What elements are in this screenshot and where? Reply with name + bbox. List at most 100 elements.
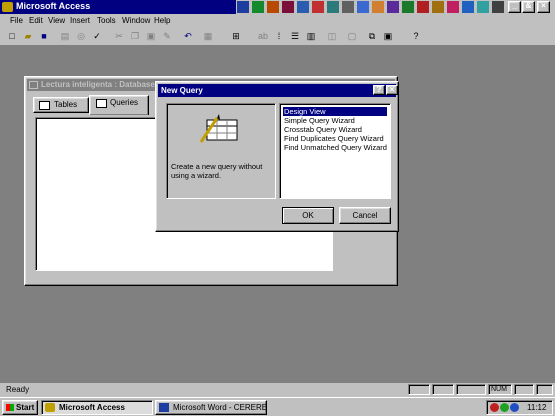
details-view-icon[interactable]: ▥ (304, 30, 318, 43)
query-description: Create a new query without using a wizar… (171, 162, 263, 180)
word-icon[interactable] (237, 1, 249, 13)
quick-launch-bar: _ & × (236, 0, 555, 14)
network-icon[interactable] (462, 1, 474, 13)
relationships-icon[interactable]: ⧉ (365, 30, 379, 43)
task-microsoft-access[interactable]: Microsoft Access (41, 400, 153, 415)
restore-button[interactable]: & (522, 1, 535, 13)
access-icon[interactable] (282, 1, 294, 13)
save-icon[interactable]: ■ (37, 30, 51, 43)
database-window-title: Lectura inteligenta : Database (41, 80, 155, 89)
app-title: Microsoft Access (16, 1, 91, 11)
status-bar: Ready NUM (0, 383, 555, 397)
binder-icon[interactable] (312, 1, 324, 13)
ok-button[interactable]: OK (282, 207, 334, 224)
toolbar: □ ▰ ■ ▤ ◎ ✓ ✂ ❐ ▣ ✎ ↶ ▦ ⊞ ab ⁞ ☰ ▥ ◫ ▢ ⧉… (0, 28, 555, 46)
code-icon[interactable]: ◫ (325, 30, 339, 43)
paste-icon[interactable]: ▣ (144, 30, 158, 43)
outlook-icon[interactable] (297, 1, 309, 13)
cut-icon[interactable]: ✂ (112, 30, 126, 43)
help-icon[interactable]: ? (409, 30, 423, 43)
excel-icon[interactable] (252, 1, 264, 13)
dialog-help-button[interactable]: ? (373, 85, 385, 95)
taskbar: Start Microsoft Access Microsoft Word - … (0, 397, 555, 416)
tab-queries[interactable]: Queries (89, 95, 149, 115)
print-icon[interactable]: ▤ (58, 30, 72, 43)
task-word-label: Microsoft Word - CERERE... (173, 403, 267, 412)
design-view-icon (199, 114, 238, 143)
system-tray: 11:12 (486, 400, 553, 415)
access-key-icon[interactable] (2, 2, 13, 12)
access-task-icon (45, 403, 55, 412)
preview-icon[interactable]: ◎ (74, 30, 88, 43)
schedule-icon[interactable] (327, 1, 339, 13)
small-icons-icon[interactable]: ⁞ (272, 30, 286, 43)
tab-queries-label: Queries (110, 98, 139, 107)
menu-file[interactable]: File (10, 16, 23, 25)
open-icon[interactable]: ▰ (21, 30, 35, 43)
menu-help[interactable]: Help (154, 16, 170, 25)
num-lock-label: NUM (491, 386, 507, 393)
large-icons-icon[interactable]: ab (256, 30, 270, 43)
news-icon[interactable] (432, 1, 444, 13)
dialog-close-button[interactable]: × (386, 85, 398, 95)
list-item-find-unmatched-wizard[interactable]: Find Unmatched Query Wizard (283, 143, 387, 152)
powerpoint-icon[interactable] (267, 1, 279, 13)
copy-icon[interactable]: ❐ (128, 30, 142, 43)
menu-tools[interactable]: Tools (97, 16, 116, 25)
status-panel-5 (536, 384, 553, 395)
status-panel-2 (432, 384, 454, 395)
frontpage-icon[interactable] (387, 1, 399, 13)
tables-icon (39, 101, 50, 110)
menu-edit[interactable]: Edit (29, 16, 43, 25)
menu-bar: File Edit View Insert Tools Window Help (0, 14, 555, 28)
status-panel-1 (408, 384, 430, 395)
mail-icon[interactable] (417, 1, 429, 13)
list-item-find-duplicates-wizard[interactable]: Find Duplicates Query Wizard (283, 134, 387, 143)
publisher-icon[interactable] (357, 1, 369, 13)
status-panel-3 (456, 384, 486, 395)
minimize-button[interactable]: _ (508, 1, 521, 13)
list-item-simple-query-wizard[interactable]: Simple Query Wizard (283, 116, 387, 125)
new-icon[interactable]: □ (5, 30, 19, 43)
tray-volume-icon[interactable] (510, 403, 519, 412)
windows-logo-icon (6, 404, 14, 411)
properties-icon[interactable]: ▢ (345, 30, 359, 43)
menu-insert[interactable]: Insert (70, 16, 90, 25)
explorer-icon[interactable] (402, 1, 414, 13)
word-task-icon (159, 403, 169, 412)
analyze-icon[interactable]: ⊞ (229, 30, 243, 43)
app-title-bar: Microsoft Access _ & × (0, 0, 555, 14)
database-icon (29, 81, 38, 89)
photo-icon[interactable] (372, 1, 384, 13)
menu-window[interactable]: Window (122, 16, 150, 25)
tray-network-icon[interactable] (500, 403, 509, 412)
tab-tables[interactable]: Tables (33, 97, 89, 113)
animal-icon[interactable] (447, 1, 459, 13)
start-button[interactable]: Start (2, 400, 38, 415)
query-type-list[interactable]: Design View Simple Query Wizard Crosstab… (279, 103, 391, 199)
office-links-icon[interactable]: ▦ (201, 30, 215, 43)
tab-tables-label: Tables (54, 100, 78, 109)
tray-antivirus-icon[interactable] (490, 403, 499, 412)
cancel-button[interactable]: Cancel (339, 207, 391, 224)
list-item-crosstab-query-wizard[interactable]: Crosstab Query Wizard (283, 125, 387, 134)
num-lock-indicator: NUM (488, 384, 512, 395)
format-painter-icon[interactable]: ✎ (160, 30, 174, 43)
status-panel-4 (514, 384, 534, 395)
clock: 11:12 (527, 403, 547, 412)
list-view-icon[interactable]: ☰ (288, 30, 302, 43)
queries-icon (96, 99, 107, 108)
spelling-icon[interactable]: ✓ (90, 30, 104, 43)
task-microsoft-word[interactable]: Microsoft Word - CERERE... (155, 400, 267, 415)
status-text: Ready (6, 385, 30, 394)
dialog-title-bar: New Query ? × (158, 84, 398, 97)
new-object-icon[interactable]: ▣ (381, 30, 395, 43)
settings-icon[interactable] (342, 1, 354, 13)
undo-icon[interactable]: ↶ (181, 30, 195, 43)
menu-view[interactable]: View (48, 16, 65, 25)
dialog-title: New Query (161, 86, 203, 95)
list-item-design-view[interactable]: Design View (283, 107, 387, 116)
clip-icon[interactable] (492, 1, 504, 13)
assistant-icon[interactable] (477, 1, 489, 13)
close-button[interactable]: × (537, 1, 550, 13)
